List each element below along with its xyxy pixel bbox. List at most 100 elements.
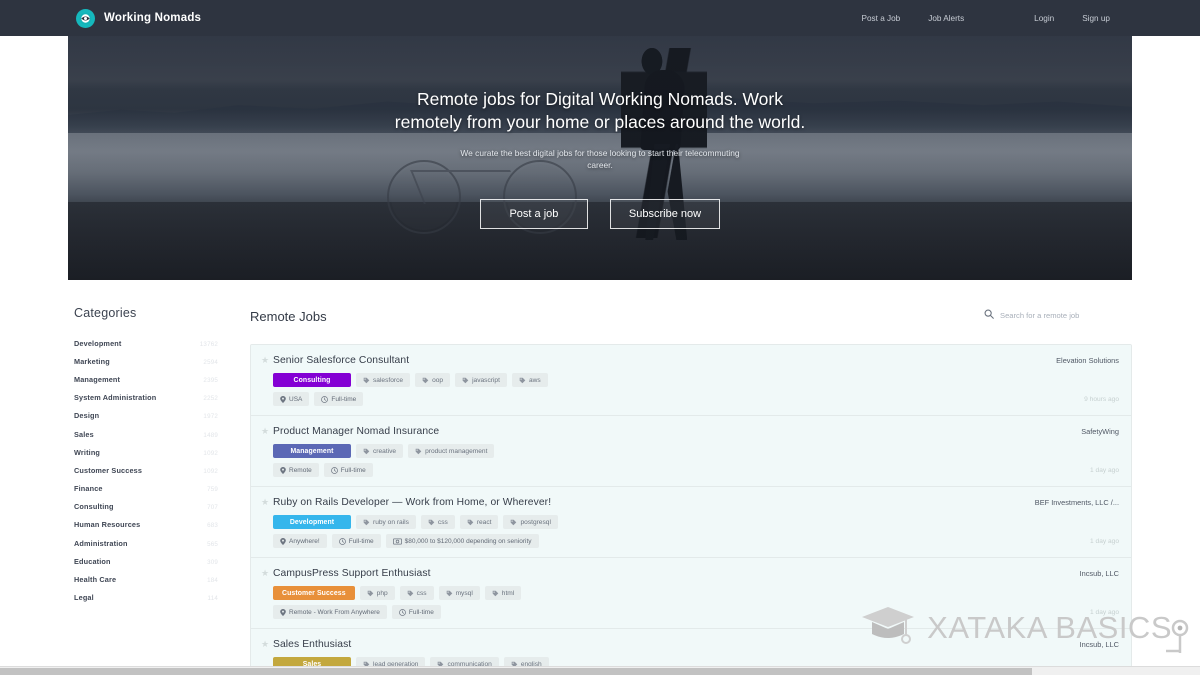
job-skill-tag-label: ruby on rails [373, 518, 409, 526]
job-location-label: USA [289, 395, 303, 403]
brand-name: Working Nomads [104, 12, 202, 24]
sidebar-category-item[interactable]: Consulting 707 [74, 498, 218, 516]
search-box[interactable] [984, 306, 1132, 326]
nav-post-a-job[interactable]: Post a Job [848, 14, 915, 23]
job-title[interactable]: Sales Enthusiast [273, 639, 1070, 650]
category-count: 683 [207, 522, 218, 530]
job-row[interactable]: ★ Sales Enthusiast Incsub, LLC Sales lead ge… [251, 629, 1131, 666]
job-header: Product Manager Nomad Insurance SafetyWin… [273, 426, 1119, 437]
job-body: Senior Salesforce Consultant Elevation So… [273, 355, 1119, 406]
job-company: Elevation Solutions [1056, 356, 1119, 365]
horizontal-scrollbar[interactable] [0, 666, 1200, 675]
job-category-tag[interactable]: Consulting [273, 373, 351, 387]
job-type-label: Full-time [331, 395, 357, 403]
job-company: Incsub, LLC [1079, 569, 1119, 578]
hero-banner: Remote jobs for Digital Working Nomads. … [68, 36, 1132, 280]
subscribe-now-button[interactable]: Subscribe now [609, 198, 721, 229]
job-salary-label: $80,000 to $120,000 depending on seniori… [404, 537, 532, 545]
nav-job-alerts[interactable]: Job Alerts [914, 14, 978, 23]
job-category-tag[interactable]: Sales [273, 657, 351, 666]
job-skill-tag[interactable]: creative [356, 444, 404, 458]
sidebar-category-item[interactable]: Development 13762 [74, 334, 218, 352]
job-row[interactable]: ★ Ruby on Rails Developer — Work from Hom… [251, 487, 1131, 558]
job-type-label: Full-time [408, 608, 434, 616]
brand-logo-link[interactable]: Working Nomads [76, 8, 202, 28]
job-row[interactable]: ★ Product Manager Nomad Insurance SafetyWi… [251, 416, 1131, 487]
nomad-circle-logo-icon [76, 8, 95, 28]
sidebar-category-item[interactable]: Customer Success 1092 [74, 461, 218, 479]
category-count: 1972 [203, 413, 218, 421]
job-row[interactable]: ★ Senior Salesforce Consultant Elevation S… [251, 345, 1131, 416]
category-count: 114 [207, 595, 218, 603]
job-skill-tag-label: product management [425, 447, 488, 455]
job-location: Remote - Work From Anywhere [273, 605, 387, 619]
star-icon[interactable]: ★ [261, 427, 273, 477]
nav-signup[interactable]: Sign up [1068, 14, 1124, 23]
sidebar-category-item[interactable]: Writing 1092 [74, 443, 218, 461]
job-skill-tag[interactable]: javascript [455, 373, 507, 387]
job-title[interactable]: CampusPress Support Enthusiast [273, 568, 1070, 579]
sidebar-category-item[interactable]: Management 2395 [74, 370, 218, 388]
job-skill-tag[interactable]: lead generation [356, 657, 426, 666]
job-skill-tag[interactable]: ruby on rails [356, 515, 416, 529]
sidebar-category-item[interactable]: Legal 114 [74, 589, 218, 607]
job-title[interactable]: Ruby on Rails Developer — Work from Home… [273, 497, 1025, 508]
job-skill-tag[interactable]: react [459, 515, 499, 529]
star-icon[interactable]: ★ [261, 640, 273, 666]
sidebar-category-item[interactable]: Finance 759 [74, 480, 218, 498]
sidebar-category-item[interactable]: Marketing 2594 [74, 352, 218, 370]
sidebar-category-item[interactable]: Administration 565 [74, 534, 218, 552]
star-icon[interactable]: ★ [261, 356, 273, 406]
job-meta-row: Anywhere! Full-time $80,000 to $120,000 de… [273, 534, 1119, 548]
category-label: Health Care [74, 575, 117, 585]
star-icon[interactable]: ★ [261, 498, 273, 548]
job-skill-tag[interactable]: postgresql [503, 515, 558, 529]
horizontal-scrollbar-thumb[interactable] [0, 668, 1032, 675]
job-skill-tag[interactable]: english [503, 657, 549, 666]
sidebar-category-item[interactable]: Sales 1489 [74, 425, 218, 443]
category-label: System Administration [74, 393, 157, 403]
nav-login[interactable]: Login [1020, 14, 1068, 23]
job-list: ★ Senior Salesforce Consultant Elevation S… [250, 344, 1132, 666]
job-skill-tag[interactable]: salesforce [356, 373, 411, 387]
job-skill-tag[interactable]: oop [415, 373, 451, 387]
job-row[interactable]: ★ CampusPress Support Enthusiast Incsub, L… [251, 558, 1131, 629]
sidebar-category-item[interactable]: System Administration 2252 [74, 389, 218, 407]
content-header: Remote Jobs [250, 306, 1132, 326]
category-count: 2252 [203, 395, 218, 403]
job-title[interactable]: Product Manager Nomad Insurance [273, 426, 1071, 437]
post-a-job-button[interactable]: Post a job [479, 198, 588, 229]
job-body: Product Manager Nomad Insurance SafetyWin… [273, 426, 1119, 477]
job-skill-tag[interactable]: communication [430, 657, 499, 666]
job-age: 1 day ago [1090, 608, 1119, 616]
job-category-tag[interactable]: Management [273, 444, 351, 458]
job-skill-tag[interactable]: css [399, 586, 434, 600]
sidebar-category-item[interactable]: Human Resources 683 [74, 516, 218, 534]
sidebar-category-item[interactable]: Education 309 [74, 552, 218, 570]
search-input[interactable] [1000, 310, 1132, 320]
job-header: Ruby on Rails Developer — Work from Home… [273, 497, 1119, 508]
job-skill-tag[interactable]: aws [511, 373, 548, 387]
job-category-tag[interactable]: Customer Success [273, 586, 355, 600]
star-icon[interactable]: ★ [261, 569, 273, 619]
job-skill-tag[interactable]: html [484, 586, 522, 600]
job-location-label: Remote - Work From Anywhere [289, 608, 380, 616]
job-tag-row: Development ruby on rails css react postgres… [273, 515, 1119, 529]
job-body: Sales Enthusiast Incsub, LLC Sales lead gen… [273, 639, 1119, 666]
job-skill-tag[interactable]: css [420, 515, 455, 529]
job-tag-row: Management creative product management [273, 444, 1119, 458]
job-category-tag[interactable]: Development [273, 515, 351, 529]
job-age: 9 hours ago [1084, 395, 1119, 403]
category-label: Education [74, 556, 111, 566]
job-title[interactable]: Senior Salesforce Consultant [273, 355, 1046, 366]
nav-links: Post a Job Job Alerts Login Sign up [848, 14, 1124, 23]
job-skill-tag[interactable]: php [359, 586, 395, 600]
job-skill-tag[interactable]: product management [408, 444, 495, 458]
sidebar-category-item[interactable]: Health Care 184 [74, 570, 218, 588]
job-body: CampusPress Support Enthusiast Incsub, LL… [273, 568, 1119, 619]
job-header: Senior Salesforce Consultant Elevation So… [273, 355, 1119, 366]
sidebar-category-item[interactable]: Design 1972 [74, 407, 218, 425]
job-skill-tag[interactable]: mysql [438, 586, 480, 600]
job-type: Full-time [331, 534, 381, 548]
job-header: CampusPress Support Enthusiast Incsub, LL… [273, 568, 1119, 579]
